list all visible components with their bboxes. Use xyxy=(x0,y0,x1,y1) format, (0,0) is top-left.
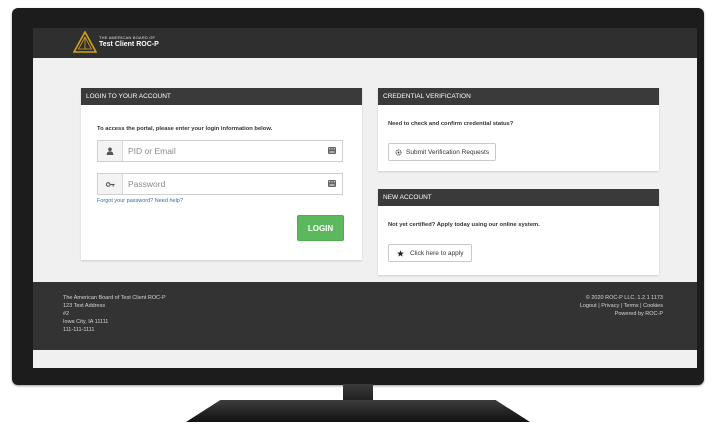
footer-address-line1: 123 Test Address xyxy=(63,303,106,309)
password-input[interactable] xyxy=(128,177,298,191)
pid-email-input[interactable] xyxy=(128,144,298,158)
apply-label: Click here to apply xyxy=(410,249,464,257)
logout-link[interactable]: Logout xyxy=(580,303,597,309)
credential-text: Need to check and confirm credential sta… xyxy=(388,121,514,127)
forgot-password-link[interactable]: Forgot your password? Need help? xyxy=(97,198,183,204)
pid-field-group xyxy=(97,140,343,162)
footer-phone: 111-111-1111 xyxy=(63,327,95,333)
login-intro-text: To access the portal, please enter your … xyxy=(97,126,273,132)
submit-verification-label: Submit Verification Requests xyxy=(406,148,490,156)
footer-separator: | xyxy=(598,303,600,309)
user-icon xyxy=(98,141,123,161)
new-account-text: Not yet certified? Apply today using our… xyxy=(388,222,540,228)
footer-city: Iowa City, IA 11111 xyxy=(63,319,109,325)
login-panel: LOGIN TO YOUR ACCOUNT To access the port… xyxy=(81,88,362,260)
footer-separator: | xyxy=(640,303,642,309)
keyboard-icon[interactable] xyxy=(328,180,336,187)
password-field-group xyxy=(97,173,343,195)
gear-icon xyxy=(395,148,402,156)
apply-button[interactable]: Click here to apply xyxy=(388,244,473,262)
new-account-panel-title: NEW ACCOUNT xyxy=(378,189,659,206)
brand-title: Test Client ROC-P xyxy=(99,41,159,48)
monitor-neck xyxy=(343,384,373,402)
monitor-frame: THE AMERICAN BOARD OF Test Client ROC-P … xyxy=(12,8,704,385)
star-icon xyxy=(397,249,404,257)
login-button[interactable]: LOGIN xyxy=(297,215,344,241)
terms-link[interactable]: Terms xyxy=(624,303,639,309)
credential-verification-panel: CREDENTIAL VERIFICATION Need to check an… xyxy=(378,88,659,171)
footer-org-name: The American Board of Test Client ROC-P xyxy=(63,295,166,301)
triangle-logo-icon xyxy=(73,31,97,53)
key-icon xyxy=(98,174,123,194)
monitor-stand xyxy=(186,400,530,422)
footer-copyright: © 2020 ROC-P LLC. 1.2.1 1173 xyxy=(585,295,663,301)
brand-subtitle: THE AMERICAN BOARD OF xyxy=(99,35,156,40)
keyboard-icon[interactable] xyxy=(328,147,336,154)
cookies-link[interactable]: Cookies xyxy=(643,303,663,309)
app-header: THE AMERICAN BOARD OF Test Client ROC-P xyxy=(33,28,697,58)
bottom-strip xyxy=(33,350,697,368)
footer-separator: | xyxy=(620,303,623,309)
footer-address: The American Board of Test Client ROC-P … xyxy=(63,294,166,334)
credential-panel-title: CREDENTIAL VERIFICATION xyxy=(378,88,659,105)
footer-links: Logout | Privacy | Terms | Cookies xyxy=(580,302,663,310)
login-panel-title: LOGIN TO YOUR ACCOUNT xyxy=(81,88,362,105)
footer-powered-by: Powered by ROC-P xyxy=(614,311,663,317)
privacy-link[interactable]: Privacy xyxy=(601,303,619,309)
new-account-panel: NEW ACCOUNT Not yet certified? Apply tod… xyxy=(378,189,659,275)
footer-links-block: © 2020 ROC-P LLC. 1.2.1 1173 Logout | Pr… xyxy=(580,294,663,318)
screen: THE AMERICAN BOARD OF Test Client ROC-P … xyxy=(33,28,697,368)
app-footer: The American Board of Test Client ROC-P … xyxy=(33,282,697,350)
submit-verification-button[interactable]: Submit Verification Requests xyxy=(388,143,497,161)
footer-address-line2: #2 xyxy=(63,311,70,317)
